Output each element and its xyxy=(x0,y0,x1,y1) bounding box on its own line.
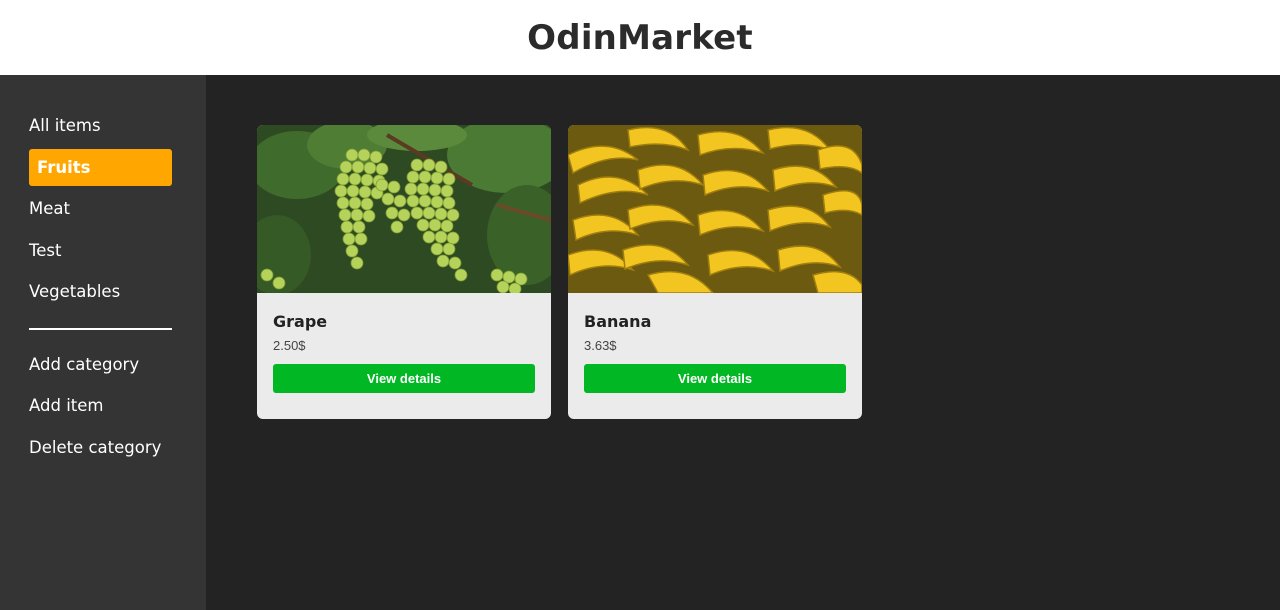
sidebar-divider xyxy=(29,328,172,330)
add-category-link[interactable]: Add category xyxy=(29,355,139,375)
sidebar: All items Fruits Meat Test Vegetables Ad… xyxy=(0,75,206,610)
delete-category-link[interactable]: Delete category xyxy=(29,438,161,458)
product-price: 3.63$ xyxy=(584,338,617,353)
sidebar-item-vegetables[interactable]: Vegetables xyxy=(29,282,120,302)
product-name: Grape xyxy=(273,312,328,331)
grape-photo xyxy=(257,125,551,293)
product-name: Banana xyxy=(584,312,652,331)
add-item-link[interactable]: Add item xyxy=(29,396,103,416)
banana-photo xyxy=(568,125,862,293)
sidebar-item-meat[interactable]: Meat xyxy=(29,199,70,219)
product-card-banana: Banana 3.63$ View details xyxy=(568,125,862,419)
sidebar-item-test[interactable]: Test xyxy=(29,241,62,261)
brand-title[interactable]: OdinMarket xyxy=(527,18,753,58)
site-header: OdinMarket xyxy=(0,0,1280,75)
sidebar-item-all-items[interactable]: All items xyxy=(29,116,101,136)
product-card-grape: Grape 2.50$ View details xyxy=(257,125,551,419)
view-details-button[interactable]: View details xyxy=(273,364,535,393)
product-price: 2.50$ xyxy=(273,338,306,353)
view-details-button[interactable]: View details xyxy=(584,364,846,393)
sidebar-item-fruits[interactable]: Fruits xyxy=(29,149,172,186)
